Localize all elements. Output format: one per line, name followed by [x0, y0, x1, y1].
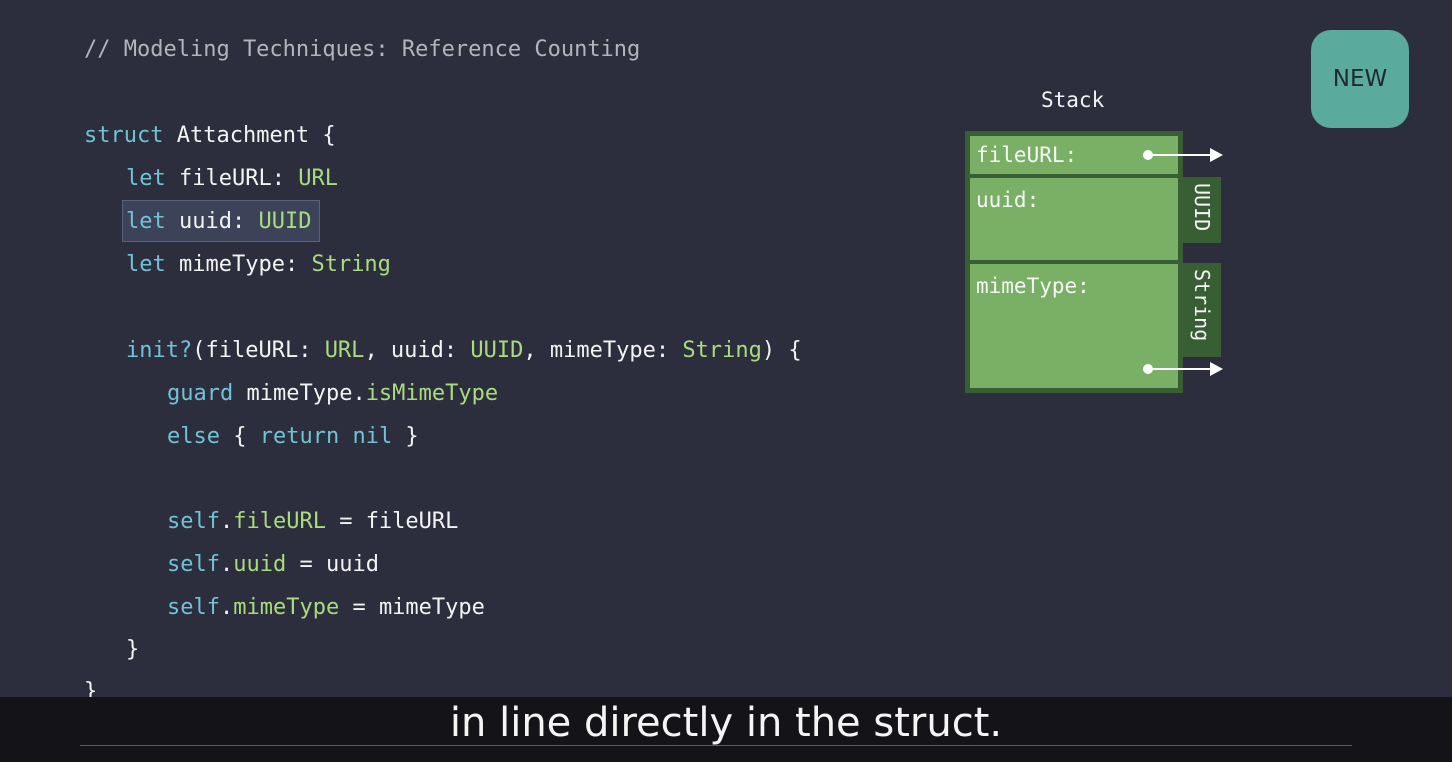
keyword: let	[126, 166, 166, 191]
code-line-struct: struct Attachment {	[84, 121, 336, 151]
guard-method: isMimeType	[365, 381, 499, 406]
code-line-else: else { return nil }	[167, 422, 419, 452]
arrow-head-icon	[1210, 148, 1223, 162]
brace: }	[126, 637, 140, 662]
dot: .	[219, 552, 234, 577]
keyword: guard	[167, 381, 234, 406]
assign-rhs: = uuid	[286, 552, 379, 577]
new-badge: NEW	[1311, 30, 1409, 128]
stack-diagram: fileURL: uuid: mimeType:	[965, 131, 1183, 393]
code-line-guard: guard mimeType.isMimeType	[167, 379, 498, 409]
prop-type: URL	[298, 166, 338, 191]
subtitle-text: in line directly in the struct.	[449, 700, 1003, 746]
assign-rhs: = mimeType	[339, 595, 485, 620]
uuid-inline-label: UUID	[1190, 183, 1214, 232]
dot: .	[219, 595, 234, 620]
guard-expr: mimeType.	[233, 381, 366, 406]
prop-name: fileURL:	[165, 166, 299, 191]
dot: .	[219, 509, 234, 534]
keyword: self	[167, 595, 220, 620]
code-comment: // Modeling Techniques: Reference Counti…	[84, 35, 640, 65]
init-arg: , uuid:	[364, 338, 471, 363]
init-arg: , mimeType:	[523, 338, 683, 363]
keyword: struct	[84, 123, 164, 148]
code-line-close-init: }	[126, 635, 139, 665]
string-reference-arrow	[1143, 362, 1223, 376]
brace: {	[219, 424, 260, 449]
brace: }	[392, 424, 419, 449]
code-line-prop-mimetype: let mimeType: String	[126, 250, 391, 280]
string-inline-label: String	[1190, 269, 1214, 342]
fileurl-reference-arrow	[1143, 148, 1223, 162]
struct-name: Attachment {	[163, 123, 336, 148]
code-line-prop-uuid: let uuid: UUID	[126, 207, 311, 237]
assign-prop: uuid	[233, 552, 287, 577]
prop-type: UUID	[258, 209, 312, 234]
comment-text: // Modeling Techniques: Reference Counti…	[84, 37, 641, 62]
arrow-head-icon	[1210, 362, 1223, 376]
assign-prop: mimeType	[233, 595, 340, 620]
stack-cell-uuid: uuid:	[970, 178, 1178, 260]
code-line-assign-uuid: self.uuid = uuid	[167, 550, 379, 580]
keyword: init?	[126, 338, 193, 363]
prop-name: uuid:	[165, 209, 259, 234]
arrow-origin-dot	[1143, 150, 1153, 160]
keyword: else	[167, 424, 220, 449]
init-type: String	[682, 338, 762, 363]
code-line-assign-fileurl: self.fileURL = fileURL	[167, 507, 458, 537]
keyword: return nil	[259, 424, 393, 449]
keyword: let	[126, 252, 166, 277]
stack-title: Stack	[1041, 88, 1105, 112]
init-type: UUID	[470, 338, 524, 363]
keyword: self	[167, 509, 220, 534]
prop-name: mimeType:	[165, 252, 312, 277]
assign-rhs: = fileURL	[325, 509, 459, 534]
init-type: URL	[324, 338, 365, 363]
arrow-origin-dot	[1143, 364, 1153, 374]
init-arg: ) {	[761, 338, 802, 363]
code-line-init: init?(fileURL: URL, uuid: UUID, mimeType…	[126, 336, 802, 366]
keyword: let	[126, 209, 166, 234]
code-line-prop-fileurl: let fileURL: URL	[126, 164, 338, 194]
keyword: self	[167, 552, 220, 577]
code-line-assign-mimetype: self.mimeType = mimeType	[167, 593, 485, 623]
init-arg: (fileURL:	[192, 338, 325, 363]
prop-type: String	[311, 252, 391, 277]
assign-prop: fileURL	[233, 509, 326, 534]
